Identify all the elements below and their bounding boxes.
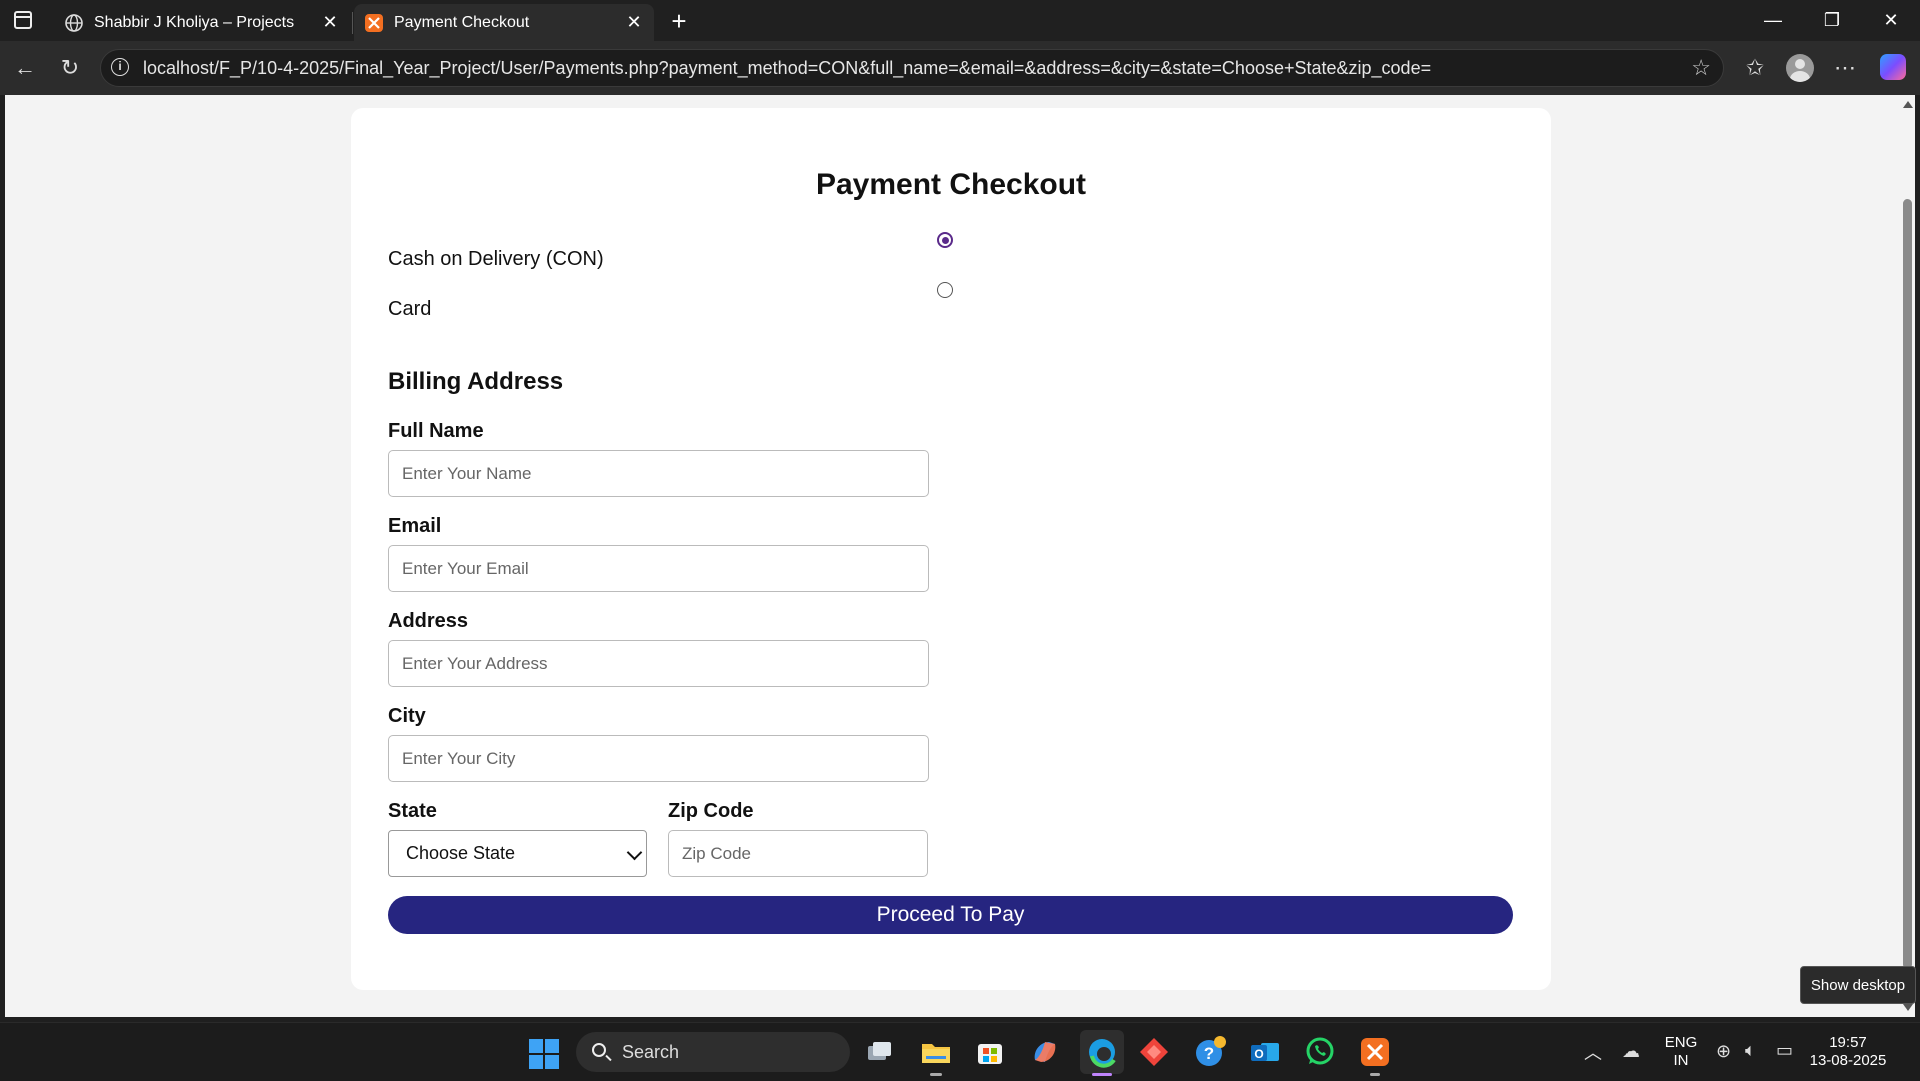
close-window-button[interactable]: ✕ <box>1862 0 1920 41</box>
outlook-icon[interactable]: O <box>1247 1034 1283 1070</box>
active-indicator <box>1092 1073 1112 1076</box>
city-input[interactable] <box>388 735 929 782</box>
help-icon[interactable]: ? <box>1192 1034 1228 1070</box>
tab-projects[interactable]: Shabbir J Kholiya – Projects ✕ <box>56 4 350 41</box>
payment-option-card-label: Card <box>388 298 432 320</box>
site-info-icon[interactable]: i <box>111 58 129 76</box>
xampp-app-icon[interactable] <box>1357 1034 1393 1070</box>
onedrive-icon[interactable]: ☁ <box>1622 1041 1640 1062</box>
address-input[interactable] <box>388 640 929 687</box>
close-tab-icon[interactable]: ✕ <box>624 12 644 32</box>
sidebar-toggle-icon[interactable] <box>14 11 32 29</box>
volume-icon[interactable]: 🔈︎ <box>1745 1040 1756 1061</box>
windows-start-icon[interactable] <box>529 1039 559 1069</box>
chevron-up-icon[interactable]: ︿ <box>1584 1039 1602 1065</box>
url-text[interactable]: localhost/F_P/10-4-2025/Final_Year_Proje… <box>143 50 1431 86</box>
copilot-app-icon[interactable] <box>1027 1034 1063 1070</box>
taskbar-search[interactable]: Search <box>576 1032 850 1072</box>
search-label: Search <box>622 1042 680 1062</box>
address-bar[interactable]: i localhost/F_P/10-4-2025/Final_Year_Pro… <box>100 49 1724 87</box>
running-indicator <box>1370 1073 1380 1076</box>
globe-icon <box>65 13 83 32</box>
battery-icon[interactable]: ▭ <box>1776 1040 1793 1061</box>
scroll-up-arrow[interactable] <box>1903 101 1913 108</box>
zip-code-input[interactable] <box>668 830 928 877</box>
svg-text:O: O <box>1254 1047 1263 1061</box>
whatsapp-icon[interactable] <box>1302 1034 1338 1070</box>
payment-option-con-radio[interactable] <box>937 232 953 248</box>
tab-bar: Shabbir J Kholiya – Projects ✕ Payment C… <box>0 0 1920 41</box>
xampp-icon <box>365 13 383 32</box>
restore-button[interactable]: ❐ <box>1803 0 1861 41</box>
language-indicator[interactable]: ENG IN <box>1660 1034 1702 1070</box>
clock-time: 19:57 <box>1829 1034 1867 1051</box>
state-select[interactable]: Choose State <box>388 830 647 877</box>
full-name-input[interactable] <box>388 450 929 497</box>
chevron-down-icon <box>626 844 643 861</box>
svg-text:?: ? <box>1204 1044 1214 1063</box>
clock-date: 13-08-2025 <box>1809 1052 1887 1069</box>
vertical-scrollbar[interactable] <box>1900 95 1915 1017</box>
anydesk-icon[interactable] <box>1136 1034 1172 1070</box>
tab-title: Shabbir J Kholiya – Projects <box>94 13 295 31</box>
profile-avatar[interactable] <box>1786 54 1814 82</box>
favorites-icon[interactable]: ✩ <box>1740 53 1770 83</box>
scroll-down-arrow[interactable] <box>1903 1004 1913 1011</box>
network-globe-icon[interactable]: ⊕ <box>1716 1041 1731 1062</box>
search-icon <box>592 1043 606 1057</box>
payment-option-con-label: Cash on Delivery (CON) <box>388 248 604 270</box>
taskbar: Search ? O ︿ ☁ ENG IN ⊕ 🔈︎ ▭ 19:57 13-08… <box>0 1022 1920 1081</box>
state-label: State <box>388 800 437 822</box>
refresh-icon[interactable]: ↻ <box>53 51 87 85</box>
clock[interactable]: 19:57 13-08-2025 <box>1808 1034 1888 1070</box>
edge-taskbar-slot[interactable] <box>1080 1030 1124 1074</box>
email-label: Email <box>388 515 442 537</box>
region-code: IN <box>1673 1052 1689 1069</box>
back-arrow-icon[interactable]: ← <box>8 51 42 85</box>
full-name-label: Full Name <box>388 420 484 442</box>
zip-code-label: Zip Code <box>668 800 754 822</box>
new-tab-button[interactable]: + <box>664 6 694 36</box>
proceed-to-pay-button[interactable]: Proceed To Pay <box>388 896 1513 934</box>
task-view-icon[interactable] <box>862 1034 898 1070</box>
file-explorer-icon[interactable] <box>918 1034 954 1070</box>
minimize-button[interactable]: — <box>1744 0 1802 41</box>
scrollbar-thumb[interactable] <box>1903 199 1912 969</box>
language-code: ENG <box>1664 1034 1698 1051</box>
checkout-card: Payment Checkout Cash on Delivery (CON) … <box>351 108 1551 990</box>
copilot-icon[interactable] <box>1880 54 1906 80</box>
payment-option-card-radio[interactable] <box>937 282 953 298</box>
billing-heading: Billing Address <box>388 368 564 395</box>
more-options-icon[interactable]: ⋯ <box>1830 53 1860 83</box>
address-label: Address <box>388 610 469 632</box>
microsoft-store-icon[interactable] <box>972 1034 1008 1070</box>
email-input[interactable] <box>388 545 929 592</box>
close-tab-icon[interactable]: ✕ <box>320 12 340 32</box>
tab-title: Payment Checkout <box>394 13 530 31</box>
show-desktop-tooltip: Show desktop <box>1800 966 1916 1004</box>
browser-toolbar: ← ↻ i localhost/F_P/10-4-2025/Final_Year… <box>0 41 1920 95</box>
tab-payment-checkout[interactable]: Payment Checkout ✕ <box>354 4 654 41</box>
state-selected-value: Choose State <box>406 843 516 863</box>
running-indicator <box>930 1073 942 1076</box>
city-label: City <box>388 705 426 727</box>
favorite-star-icon[interactable]: ☆ <box>1691 55 1711 81</box>
tab-divider <box>352 12 353 34</box>
page-title: Payment Checkout <box>815 168 1087 201</box>
edge-icon <box>1089 1039 1116 1068</box>
